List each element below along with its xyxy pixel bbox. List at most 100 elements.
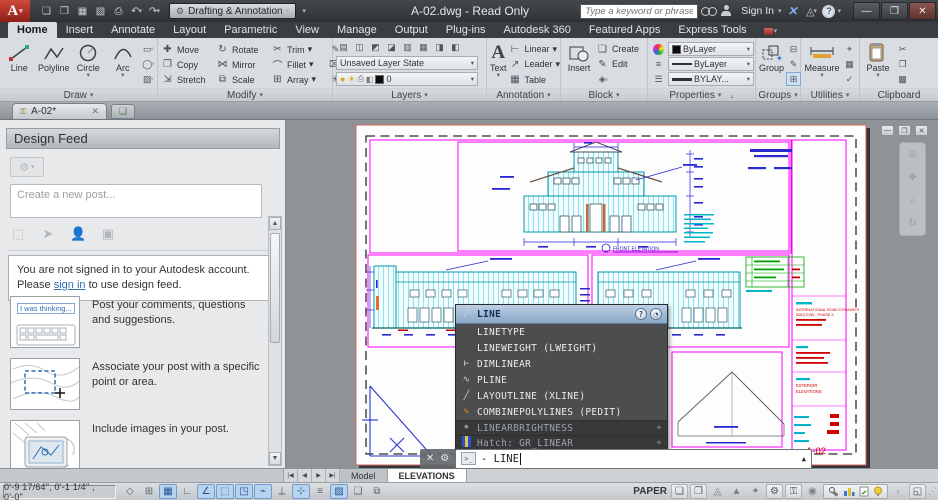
snap-mode-toggle[interactable]: ⊞ <box>140 484 158 499</box>
ortho-mode-toggle[interactable]: ∟ <box>178 484 196 499</box>
tips-bulb-icon[interactable] <box>873 486 883 497</box>
minimize-button[interactable]: — <box>853 2 880 20</box>
orbit-icon[interactable]: ↻ <box>908 218 916 229</box>
hatch-button[interactable]: ▨▾ <box>141 72 156 86</box>
pan-icon[interactable]: ✥ <box>908 172 916 183</box>
pin-icon[interactable]: ➤ <box>40 226 56 242</box>
group-button[interactable]: ✦ Group <box>759 40 784 87</box>
tab-home[interactable]: Home <box>8 22 57 38</box>
selection-cycling-toggle[interactable]: ⧉ <box>368 484 386 499</box>
isolate-objects-icon[interactable]: ◉ <box>804 484 821 499</box>
command-customize-icon[interactable]: ⚙ <box>440 453 449 464</box>
autodesk-360-icon[interactable]: ◬▾ <box>803 3 819 19</box>
arc-button[interactable]: Arc ▾ <box>107 40 140 87</box>
panel-label-block[interactable]: Block▾ <box>561 88 647 101</box>
annotation-scale-icon[interactable]: ◬ <box>709 484 726 499</box>
tray-settings-icon[interactable]: ▾ <box>890 484 907 499</box>
infer-constraints-toggle[interactable]: ◇ <box>121 484 139 499</box>
search-icon[interactable] <box>701 3 717 19</box>
tab-output[interactable]: Output <box>386 22 437 38</box>
line-button[interactable]: Line <box>3 40 36 87</box>
autodesk-exchange-icon[interactable]: ✕ <box>784 3 800 19</box>
select-area-icon[interactable]: ⬚ <box>10 226 26 242</box>
layer-dropdown[interactable]: ● ☀ ⎙ ◧ 0 ▾ <box>336 72 478 86</box>
workspace-switching-icon[interactable]: ⚙ <box>766 484 783 499</box>
measure-button[interactable]: Measure ▾ <box>804 40 840 87</box>
color-dropdown[interactable]: ByLayer▾ <box>668 42 754 56</box>
ellipse-button[interactable]: ◯▾ <box>141 57 156 71</box>
text-button[interactable]: A Text ▾ <box>490 40 507 87</box>
layer-properties-button[interactable]: ▤ <box>336 40 351 54</box>
plot-button[interactable]: ⎙ <box>110 3 127 19</box>
object-snap-toggle[interactable]: ⬚ <box>216 484 234 499</box>
layer-lock-button[interactable]: ◨ <box>432 40 447 54</box>
maximize-button[interactable]: ❐ <box>881 2 908 20</box>
block-attributes-button[interactable]: ◈▾ <box>596 73 611 87</box>
layer-unlock-button[interactable]: ◧ <box>448 40 463 54</box>
new-tab-button[interactable]: ❏ <box>111 104 135 119</box>
tab-express-tools[interactable]: Express Tools <box>669 22 755 38</box>
dimension-linear-button[interactable]: ⊢Linear▾ <box>509 42 561 56</box>
layer-unisolate-button[interactable]: ◪ <box>384 40 399 54</box>
leader-button[interactable]: ↗Leader▾ <box>509 57 561 71</box>
suggestion-layoutline[interactable]: ╱LAYOUTLINE (XLINE) <box>456 388 667 404</box>
drawing-close-icon[interactable]: ✕ <box>915 125 928 136</box>
save-as-button[interactable]: ▧ <box>92 3 109 19</box>
mirror-button[interactable]: ⋈Mirror <box>216 57 271 72</box>
tab-autodesk-360[interactable]: Autodesk 360 <box>495 22 580 38</box>
layer-off-button[interactable]: ◫ <box>352 40 367 54</box>
lineweight-dropdown[interactable]: BYLAY...▾ <box>668 72 754 86</box>
expand-icon[interactable]: + <box>656 423 662 433</box>
tab-layout[interactable]: Layout <box>164 22 215 38</box>
expand-icon[interactable]: + <box>656 438 662 448</box>
panel-label-draw[interactable]: Draw▾ <box>0 88 157 101</box>
group-selection-toggle[interactable]: ⊞ <box>786 72 801 86</box>
recent-commands-icon[interactable]: ▲ <box>802 455 806 463</box>
group-edit-button[interactable]: ✎ <box>786 57 801 71</box>
panel-label-layers[interactable]: Layers▾ <box>333 88 486 101</box>
suggestion-dimlinear[interactable]: ⊢DIMLINEAR <box>456 356 667 372</box>
tab-view[interactable]: View <box>286 22 328 38</box>
command-help-icon[interactable]: ? <box>635 308 647 320</box>
design-feed-settings-button[interactable]: ⚙▾ <box>10 157 44 177</box>
annotation-visibility-icon[interactable]: ▲ <box>728 484 745 499</box>
sign-in-link[interactable]: Sign In <box>741 5 774 17</box>
ungroup-button[interactable]: ⊟ <box>786 42 801 56</box>
drawing-minimize-icon[interactable]: — <box>881 125 894 136</box>
trim-button[interactable]: ✂Trim▾ <box>271 42 326 57</box>
toolbar-lock-icon[interactable]: ⚿ <box>785 484 802 499</box>
performance-icon[interactable] <box>843 486 855 497</box>
suggestion-combinepolylines[interactable]: ✎COMBINEPOLYLINES (PEDIT) <box>456 404 667 420</box>
open-button[interactable]: ❒ <box>56 3 73 19</box>
command-input[interactable]: >_ - LINE ▲ <box>455 449 812 469</box>
close-button[interactable]: ✕ <box>909 2 936 20</box>
stretch-button[interactable]: ⇲Stretch <box>161 72 216 87</box>
move-button[interactable]: ✚Move <box>161 42 216 57</box>
tab-plugins[interactable]: Plug-ins <box>437 22 495 38</box>
clean-screen-icon[interactable]: ◱ <box>909 484 926 499</box>
space-indicator[interactable]: PAPER <box>633 486 667 497</box>
suggestion-pline[interactable]: ∿PLINE <box>456 372 667 388</box>
scroll-down-icon[interactable]: ▼ <box>269 452 281 465</box>
previous-layout-icon[interactable]: ◀ <box>298 469 312 482</box>
create-block-button[interactable]: ❏Create <box>596 42 639 56</box>
tab-parametric[interactable]: Parametric <box>215 22 286 38</box>
linetype-dropdown[interactable]: ByLayer▾ <box>668 57 754 71</box>
quick-view-layouts-icon[interactable]: ❏ <box>671 484 688 499</box>
resize-grip[interactable]: ⋰ <box>928 486 935 497</box>
tab-insert[interactable]: Insert <box>57 22 103 38</box>
tab-featured-apps[interactable]: Featured Apps <box>580 22 670 38</box>
paste-button[interactable]: Paste ▾ <box>863 40 893 87</box>
edit-block-button[interactable]: ✎Edit <box>596 57 639 71</box>
last-layout-icon[interactable]: ▶| <box>326 469 340 482</box>
scale-button[interactable]: ⧉Scale <box>216 72 271 87</box>
dynamic-ucs-toggle[interactable]: ⟂ <box>273 484 291 499</box>
autoscale-icon[interactable]: ✦ <box>747 484 764 499</box>
insert-block-button[interactable]: Insert <box>564 40 594 87</box>
array-button[interactable]: ⊞Array▾ <box>271 72 326 87</box>
sysvar-linearbrightness[interactable]: ☀LINEARBRIGHTNESS+ <box>456 420 667 435</box>
copy-clip-button[interactable]: ❐ <box>895 57 910 71</box>
palette-scrollbar[interactable]: ▲ ▼ <box>268 216 282 466</box>
panel-label-annotation[interactable]: Annotation▾ <box>487 88 560 101</box>
cut-button[interactable]: ✂ <box>895 42 910 56</box>
